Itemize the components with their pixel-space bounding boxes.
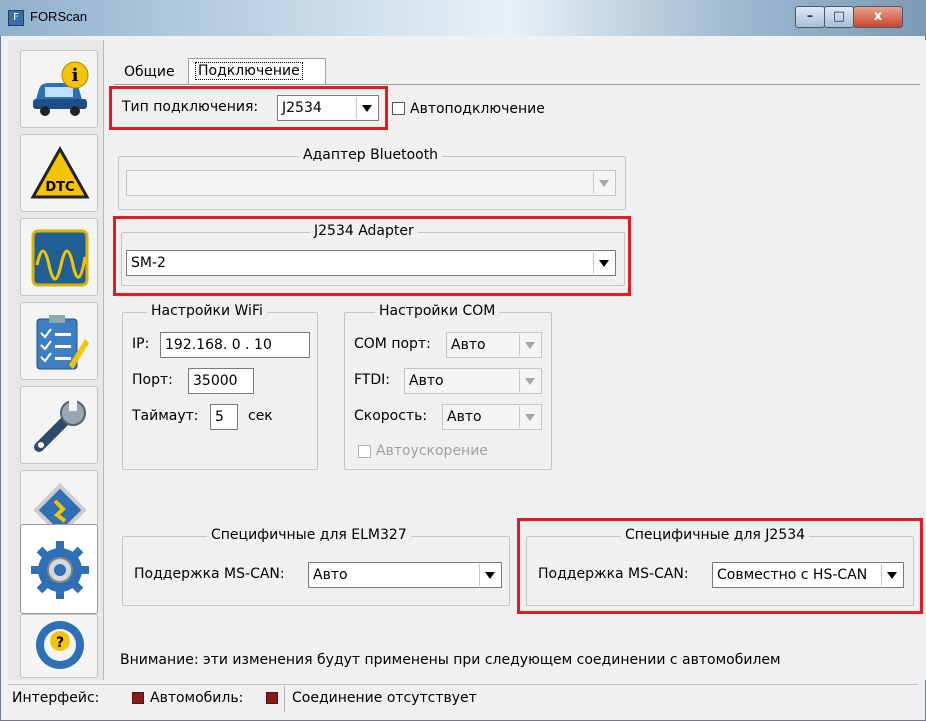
chevron-down-icon <box>593 252 614 274</box>
sidebar-item-vehicle-info[interactable]: i <box>20 50 98 128</box>
j2534-mscan-select[interactable]: Совместно с HS-CAN <box>712 562 904 588</box>
j2534-adapter-value: SM-2 <box>131 255 166 271</box>
svg-text:i: i <box>72 65 79 86</box>
timeout-value: 5 <box>215 409 224 425</box>
autoconnect-label: Автоподключение <box>410 101 545 117</box>
port-input[interactable]: 35000 <box>188 368 254 394</box>
j2534-specific-title: Специфичные для J2534 <box>621 527 810 543</box>
j2534-adapter-select[interactable]: SM-2 <box>126 250 616 276</box>
timeout-label: Таймаут: <box>132 408 199 424</box>
gear-icon <box>31 541 89 599</box>
connection-type-select[interactable]: J2534 <box>277 95 379 121</box>
chevron-down-icon <box>519 334 540 356</box>
sidebar-item-settings[interactable] <box>20 524 98 614</box>
svg-text:?: ? <box>56 635 64 651</box>
connection-type-label: Тип подключения: <box>122 99 259 115</box>
timeout-unit: сек <box>248 408 273 424</box>
sidebar-item-checklist[interactable] <box>20 302 98 380</box>
dtc-warning-icon: DTC <box>30 145 90 199</box>
j2534-mscan-value: Совместно с HS-CAN <box>717 567 868 583</box>
sidebar-item-help[interactable]: ? <box>20 614 98 678</box>
notice-text: Внимание: эти изменения будут применены … <box>120 652 781 668</box>
minimize-button[interactable]: – <box>795 6 825 28</box>
sidebar-item-dtc[interactable]: DTC <box>20 134 98 212</box>
tab-connection[interactable]: Подключение <box>188 58 326 85</box>
oscilloscope-icon <box>31 229 89 287</box>
j2534-mscan-label: Поддержка MS-CAN: <box>538 566 689 582</box>
chevron-down-icon <box>356 97 377 119</box>
speed-value: Авто <box>447 409 482 425</box>
autoconnect-checkbox[interactable] <box>392 102 405 115</box>
com-port-label: COM порт: <box>354 336 431 352</box>
connection-status-text: Соединение отсутствует <box>292 690 477 706</box>
timeout-input[interactable]: 5 <box>210 404 238 430</box>
close-button[interactable]: x <box>853 6 903 28</box>
speed-label: Скорость: <box>354 408 428 424</box>
chevron-down-icon <box>479 564 500 586</box>
wifi-settings-title: Настройки WiFi <box>147 303 267 319</box>
com-settings-title: Настройки COM <box>375 303 500 319</box>
elm327-mscan-select[interactable]: Авто <box>308 562 502 588</box>
com-port-value: Авто <box>451 337 486 353</box>
com-port-select[interactable]: Авто <box>446 332 542 358</box>
j2534-adapter-title: J2534 Adapter <box>310 223 418 239</box>
help-wheel-icon: ? <box>36 621 84 669</box>
speed-select[interactable]: Авто <box>442 404 542 430</box>
sidebar-item-oscilloscope[interactable] <box>20 218 98 296</box>
elm327-mscan-label: Поддержка MS-CAN: <box>134 566 285 582</box>
ip-input[interactable]: 192.168. 0 . 10 <box>160 332 310 358</box>
port-label: Порт: <box>132 372 173 388</box>
ftdi-value: Авто <box>409 373 444 389</box>
bluetooth-adapter-select[interactable] <box>126 170 616 196</box>
interface-status-indicator <box>132 692 144 704</box>
svg-text:DTC: DTC <box>45 180 74 195</box>
chevron-down-icon <box>519 406 540 428</box>
car-info-icon: i <box>33 61 89 116</box>
ftdi-label: FTDI: <box>354 372 390 388</box>
autospeed-checkbox[interactable] <box>358 445 371 458</box>
elm327-specific-title: Специфичные для ELM327 <box>207 527 411 543</box>
autospeed-label: Автоускорение <box>376 443 488 459</box>
tab-connection-label: Подключение <box>195 62 303 80</box>
ip-label: IP: <box>132 336 150 352</box>
bluetooth-adapter-title: Адаптер Bluetooth <box>299 147 443 163</box>
port-value: 35000 <box>193 373 238 389</box>
tab-general[interactable]: Общие <box>118 60 196 84</box>
vehicle-label: Автомобиль: <box>150 690 244 706</box>
status-divider <box>284 686 285 712</box>
app-logo-icon: F <box>8 10 24 26</box>
sidebar-item-service[interactable] <box>20 386 98 464</box>
wrench-icon <box>34 399 86 452</box>
title-bar <box>0 0 926 36</box>
chevron-down-icon <box>519 370 540 392</box>
connection-type-value: J2534 <box>282 100 322 116</box>
ftdi-select[interactable]: Авто <box>404 368 542 394</box>
maximize-button[interactable]: □ <box>824 6 854 28</box>
chevron-down-icon <box>593 172 614 194</box>
tab-divider <box>114 84 920 85</box>
chevron-down-icon <box>881 564 902 586</box>
window-title: FORScan <box>30 9 88 24</box>
vehicle-status-indicator <box>266 692 278 704</box>
elm327-mscan-value: Авто <box>313 567 348 583</box>
interface-label: Интерфейс: <box>12 690 100 706</box>
checklist-icon <box>36 315 89 370</box>
ip-value: 192.168. 0 . 10 <box>165 337 272 353</box>
